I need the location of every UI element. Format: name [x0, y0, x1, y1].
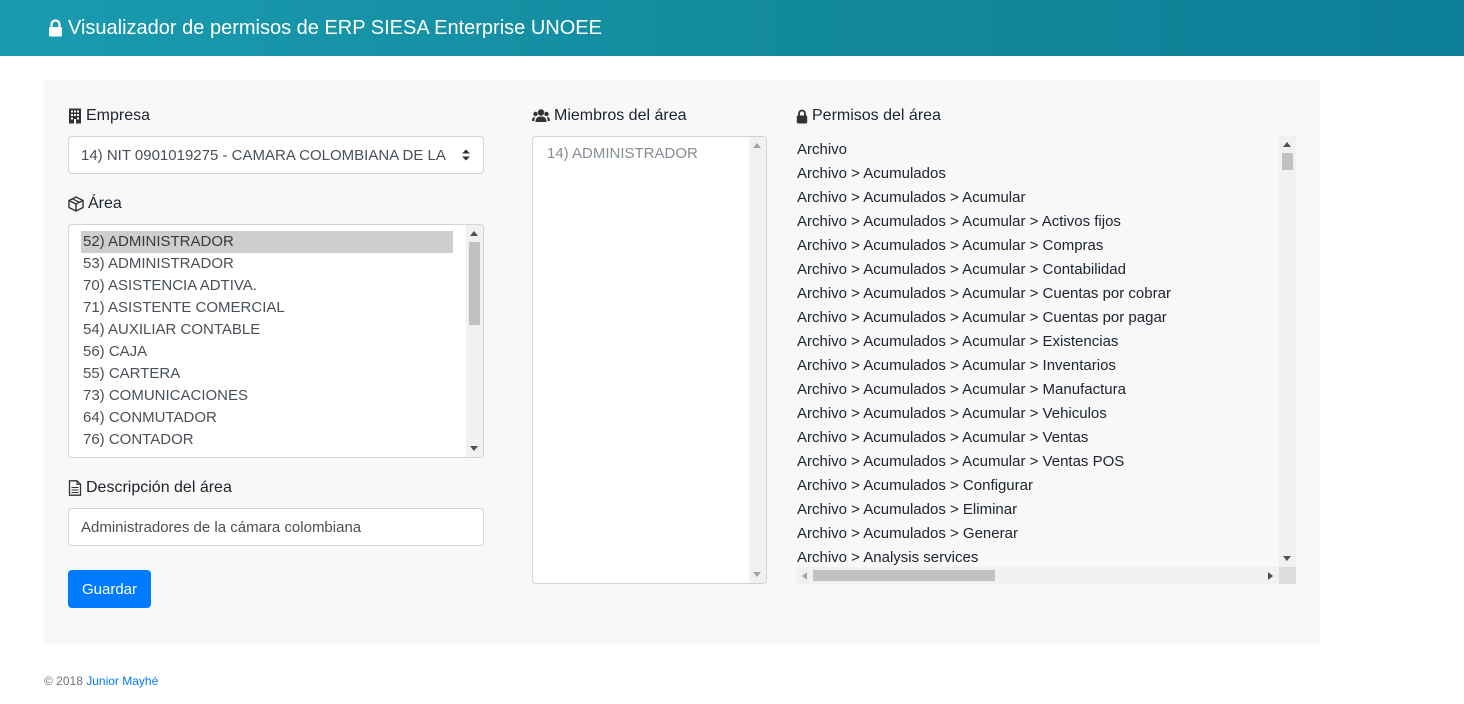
- descripcion-input[interactable]: Administradores de la cámara colombiana: [68, 508, 484, 546]
- page-title: Visualizador de permisos de ERP SIESA En…: [68, 16, 602, 39]
- author-link[interactable]: Junior Mayhé: [86, 674, 158, 688]
- footer: © 2018 Junior Mayhé: [44, 674, 158, 688]
- area-list-item[interactable]: 64) CONMUTADOR: [81, 407, 453, 429]
- permiso-list-item[interactable]: Archivo > Acumulados > Acumular > Activo…: [797, 210, 1296, 234]
- copyright-text: © 2018: [44, 674, 83, 688]
- save-button[interactable]: Guardar: [68, 570, 151, 608]
- miembros-listbox[interactable]: 14) ADMINISTRADOR: [532, 136, 767, 584]
- file-text-icon: [68, 480, 82, 496]
- lock-icon: [796, 109, 808, 123]
- select-caret-icon: [462, 149, 470, 161]
- permiso-list-item[interactable]: Archivo > Acumulados > Acumular > Ventas: [797, 426, 1296, 450]
- area-items: 52) ADMINISTRADOR 53) ADMINISTRADOR 70) AS…: [69, 225, 483, 451]
- area-list-item[interactable]: 73) COMUNICACIONES: [81, 385, 453, 407]
- scrollbar-thumb[interactable]: [1282, 153, 1293, 170]
- member-item[interactable]: 14) ADMINISTRADOR: [533, 137, 766, 162]
- area-list-item[interactable]: 76) CONTADOR: [81, 429, 453, 451]
- permiso-list-item[interactable]: Archivo > Acumulados > Acumular > Existe…: [797, 330, 1296, 354]
- permisos-vscrollbar[interactable]: [1279, 136, 1296, 567]
- permisos-label: Permisos del área: [796, 106, 1296, 126]
- permiso-list-item[interactable]: Archivo > Acumulados: [797, 162, 1296, 186]
- scroll-down-icon[interactable]: [1283, 556, 1291, 561]
- scrollbar-thumb[interactable]: [813, 570, 995, 581]
- middle-column: Miembros del área 14) ADMINISTRADOR: [532, 106, 767, 584]
- empresa-label: Empresa: [68, 106, 484, 126]
- permiso-list-item[interactable]: Archivo > Acumulados > Acumular > Contab…: [797, 258, 1296, 282]
- permiso-list-item[interactable]: Archivo > Acumulados > Acumular > Compra…: [797, 234, 1296, 258]
- miembros-scrollbar[interactable]: [749, 137, 766, 583]
- area-list-item[interactable]: 54) AUXILIAR CONTABLE: [81, 319, 453, 341]
- scroll-down-icon[interactable]: [470, 446, 478, 451]
- empresa-label-text: Empresa: [86, 107, 151, 124]
- area-list-item[interactable]: 53) ADMINISTRADOR: [81, 253, 453, 275]
- area-list-item[interactable]: 70) ASISTENCIA ADTIVA.: [81, 275, 453, 297]
- area-label: Área: [68, 194, 484, 214]
- app-header: Visualizador de permisos de ERP SIESA En…: [0, 0, 1464, 56]
- area-list-item[interactable]: 56) CAJA: [81, 341, 453, 363]
- permiso-list-item[interactable]: Archivo > Acumulados > Generar: [797, 522, 1296, 546]
- empresa-select[interactable]: 14) NIT 0901019275 - CAMARA COLOMBIANA D…: [68, 136, 484, 174]
- descripcion-value: Administradores de la cámara colombiana: [81, 518, 362, 536]
- scroll-up-icon[interactable]: [1283, 142, 1291, 147]
- area-label-text: Área: [88, 195, 122, 212]
- miembros-label-text: Miembros del área: [554, 107, 687, 124]
- cube-icon: [68, 196, 84, 212]
- area-list-item[interactable]: 52) ADMINISTRADOR: [81, 231, 453, 253]
- right-column: Permisos del área Archivo Archivo > Acumu…: [796, 106, 1296, 584]
- empresa-selected-value: 14) NIT 0901019275 - CAMARA COLOMBIANA D…: [81, 146, 446, 164]
- scroll-down-icon[interactable]: [753, 572, 761, 577]
- area-scrollbar[interactable]: [466, 225, 483, 457]
- scroll-left-icon[interactable]: [802, 572, 807, 580]
- descripcion-label-text: Descripción del área: [86, 479, 232, 496]
- permisos-listbox[interactable]: Archivo Archivo > Acumulados Archivo > Acu…: [796, 136, 1296, 584]
- building-icon: [69, 108, 81, 124]
- permiso-list-item[interactable]: Archivo > Acumulados > Acumular > Cuenta…: [797, 282, 1296, 306]
- scrollbar-thumb[interactable]: [469, 242, 480, 325]
- users-icon: [532, 109, 550, 122]
- permiso-list-item[interactable]: Archivo > Acumulados > Acumular > Vehicu…: [797, 402, 1296, 426]
- main-panel: Empresa 14) NIT 0901019275 - CAMARA COLO…: [44, 80, 1320, 644]
- permiso-list-item[interactable]: Archivo > Acumulados > Acumular > Manufa…: [797, 378, 1296, 402]
- left-column: Empresa 14) NIT 0901019275 - CAMARA COLO…: [68, 106, 484, 608]
- descripcion-label: Descripción del área: [68, 478, 484, 498]
- permisos-items: Archivo Archivo > Acumulados Archivo > Acu…: [796, 136, 1296, 570]
- scroll-right-icon[interactable]: [1268, 572, 1273, 580]
- permiso-list-item[interactable]: Archivo: [797, 138, 1296, 162]
- permiso-list-item[interactable]: Archivo > Acumulados > Acumular > Invent…: [797, 354, 1296, 378]
- permiso-list-item[interactable]: Archivo > Acumulados > Acumular: [797, 186, 1296, 210]
- permisos-label-text: Permisos del área: [812, 107, 941, 124]
- permiso-list-item[interactable]: Archivo > Acumulados > Acumular > Cuenta…: [797, 306, 1296, 330]
- permiso-list-item[interactable]: Archivo > Acumulados > Configurar: [797, 474, 1296, 498]
- area-list-item[interactable]: 55) CARTERA: [81, 363, 453, 385]
- area-listbox[interactable]: 52) ADMINISTRADOR 53) ADMINISTRADOR 70) AS…: [68, 224, 484, 458]
- area-list-item[interactable]: 71) ASISTENTE COMERCIAL: [81, 297, 453, 319]
- scrollbar-corner: [1279, 567, 1296, 584]
- miembros-label: Miembros del área: [532, 106, 767, 126]
- permiso-list-item[interactable]: Archivo > Acumulados > Eliminar: [797, 498, 1296, 522]
- scroll-up-icon[interactable]: [753, 143, 761, 148]
- permisos-hscrollbar[interactable]: [796, 567, 1279, 584]
- permiso-list-item[interactable]: Archivo > Acumulados > Acumular > Ventas…: [797, 450, 1296, 474]
- lock-icon: [49, 19, 62, 37]
- scroll-up-icon[interactable]: [470, 231, 478, 236]
